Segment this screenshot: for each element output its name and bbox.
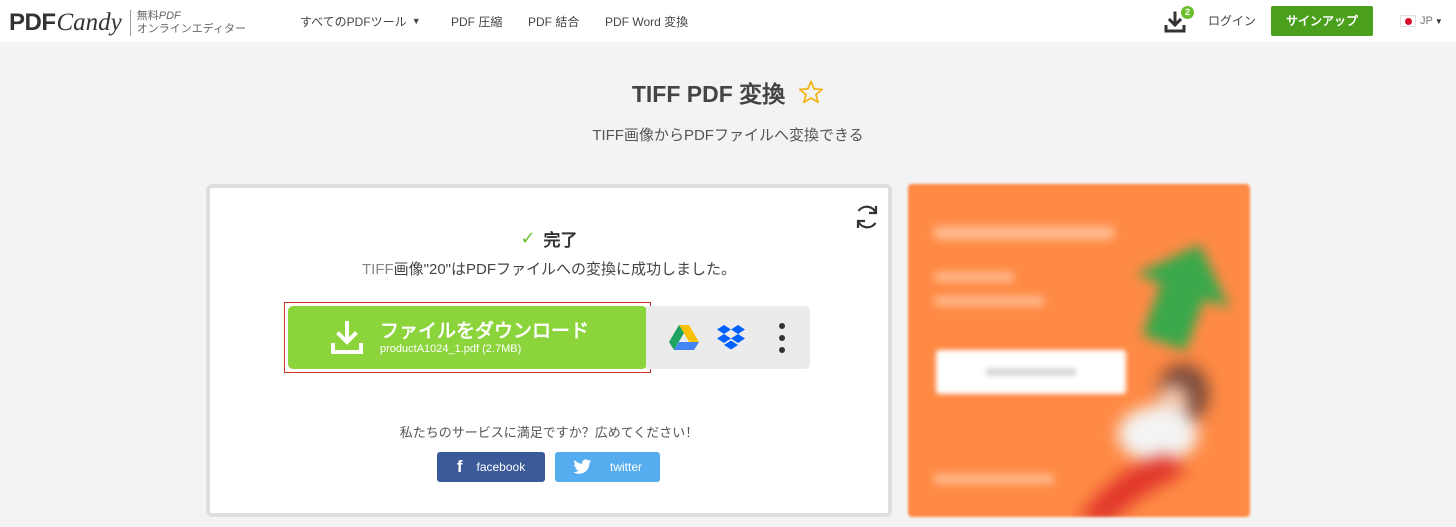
logo-tagline-pdf: PDF bbox=[158, 10, 181, 22]
share-prompt: 私たちのサービスに満足ですか？広めてください！ bbox=[399, 425, 699, 440]
google-drive-icon[interactable] bbox=[669, 324, 699, 351]
ad-footer-blurred bbox=[934, 474, 1054, 484]
nav-pdf-compress[interactable]: PDF 圧縮 bbox=[451, 0, 502, 42]
completion-label: 完了 bbox=[543, 231, 578, 250]
facebook-share-button[interactable]: f facebook bbox=[437, 452, 545, 482]
ad-text-blurred bbox=[934, 272, 1014, 282]
download-file-name: productA1024_1.pdf (2.7MB) bbox=[380, 343, 522, 355]
logo-pdf-text: PDF bbox=[9, 9, 56, 36]
success-message-prefix: TIFF bbox=[362, 261, 394, 278]
ad-title-blurred bbox=[934, 226, 1114, 240]
logo-candy-text: Candy bbox=[56, 9, 122, 36]
nav-all-pdf-tools-label: すべてのPDFツール bbox=[300, 14, 407, 29]
ad-text-blurred bbox=[934, 296, 1044, 306]
page-title-row: TIFF PDF 変換 bbox=[0, 75, 1456, 109]
download-button-label: ファイルをダウンロード bbox=[380, 321, 590, 342]
twitter-share-button[interactable]: twitter bbox=[555, 452, 660, 482]
star-outline-icon[interactable] bbox=[798, 80, 824, 104]
caret-down-icon: ▼ bbox=[411, 16, 421, 26]
caret-down-icon: ▼ bbox=[1434, 16, 1443, 26]
language-code: JP bbox=[1420, 15, 1433, 27]
language-selector[interactable]: JP ▼ bbox=[1400, 0, 1443, 42]
success-message: TIFF画像"20"はPDFファイルへの変換に成功しました。 bbox=[210, 258, 888, 279]
logo-tagline-editor: オンラインエディター bbox=[136, 23, 247, 35]
page-subtitle: TIFF画像からPDFファイルへ変換できる bbox=[592, 127, 864, 144]
cloud-save-panel bbox=[646, 306, 810, 369]
more-vertical-icon[interactable] bbox=[778, 322, 786, 354]
facebook-label: facebook bbox=[476, 460, 526, 474]
japan-flag-icon bbox=[1400, 15, 1416, 27]
top-header: PDF Candy 無料PDF オンラインエディター すべてのPDFツール ▼ … bbox=[0, 0, 1456, 42]
conversion-result-card: ✓ 完了 TIFF画像"20"はPDFファイルへの変換に成功しました。 ファイル… bbox=[206, 184, 892, 517]
facebook-icon: f bbox=[456, 457, 463, 476]
downloads-button[interactable]: 2 bbox=[1164, 6, 1194, 34]
download-icon bbox=[331, 321, 363, 354]
completion-status: ✓ 完了 bbox=[210, 226, 888, 251]
logo-divider bbox=[129, 10, 131, 36]
success-message-body: 画像"20"はPDFファイルへの変換に成功しました。 bbox=[393, 261, 736, 278]
logo-tagline-free: 無料 bbox=[136, 10, 159, 22]
promo-ad-banner[interactable] bbox=[908, 184, 1250, 517]
dropbox-icon[interactable] bbox=[716, 324, 746, 352]
pdfcandy-logo[interactable]: PDF Candy 無料PDF オンラインエディター bbox=[9, 6, 246, 40]
nav-all-pdf-tools[interactable]: すべてのPDFツール ▼ bbox=[300, 0, 421, 42]
nav-pdf-word[interactable]: PDF Word 変換 bbox=[605, 0, 688, 42]
twitter-icon bbox=[573, 459, 592, 474]
ad-arrow-graphic bbox=[1135, 244, 1230, 351]
signup-button[interactable]: サインアップ bbox=[1271, 6, 1373, 36]
download-file-button[interactable]: ファイルをダウンロード productA1024_1.pdf (2.7MB) bbox=[288, 306, 647, 369]
check-icon: ✓ bbox=[520, 228, 536, 249]
nav-pdf-merge[interactable]: PDF 結合 bbox=[528, 0, 579, 42]
twitter-label: twitter bbox=[609, 460, 642, 474]
ad-person-graphic bbox=[1079, 364, 1209, 517]
login-link[interactable]: ログイン bbox=[1208, 0, 1256, 42]
downloads-count-badge: 2 bbox=[1181, 6, 1194, 19]
logo-tagline: 無料PDF オンラインエディター bbox=[137, 10, 246, 36]
page-title: TIFF PDF 変換 bbox=[631, 81, 786, 107]
